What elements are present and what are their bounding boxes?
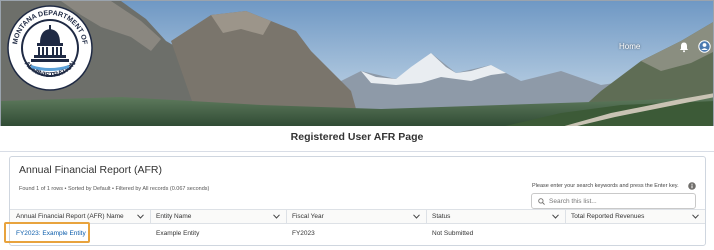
afr-record-link[interactable]: FY2023: Example Entity (16, 230, 86, 237)
column-header-afr-name[interactable]: Annual Financial Report (AFR) Name (10, 210, 150, 223)
nav-home-link[interactable]: Home (619, 42, 640, 51)
card-title: Annual Financial Report (AFR) (19, 164, 162, 176)
montana-doa-logo: MONTANA DEPARTMENT OF ADMINISTRATION (7, 5, 93, 91)
column-header-fiscal-year[interactable]: Fiscal Year (286, 210, 426, 223)
chevron-down-icon[interactable] (137, 214, 144, 219)
header-banner: MONTANA DEPARTMENT OF ADMINISTRATION Hom… (0, 0, 714, 126)
chevron-down-icon[interactable] (692, 214, 699, 219)
cell-status: Not Submitted (432, 230, 474, 237)
column-header-label: Fiscal Year (292, 213, 324, 220)
column-header-label: Annual Financial Report (AFR) Name (16, 213, 124, 220)
search-list-input[interactable] (549, 195, 689, 207)
column-header-label: Total Reported Revenues (571, 213, 645, 220)
user-avatar-icon[interactable] (698, 40, 711, 53)
afr-list-card: Annual Financial Report (AFR) Found 1 of… (9, 156, 706, 246)
cell-fiscal-year: FY2023 (292, 230, 315, 237)
cell-total-revenues (565, 225, 705, 243)
chevron-down-icon[interactable] (273, 214, 280, 219)
table-row: FY2023: Example Entity Example Entity FY… (10, 225, 705, 243)
title-divider (0, 151, 714, 152)
search-hint-text: Please enter your search keywords and pr… (532, 183, 679, 189)
page-title: Registered User AFR Page (290, 131, 424, 143)
column-header-total-revenues[interactable]: Total Reported Revenues (565, 210, 705, 223)
column-header-status[interactable]: Status (426, 210, 565, 223)
mountain-landscape-image (1, 1, 713, 126)
search-list-field[interactable] (531, 193, 696, 209)
search-icon (538, 198, 545, 205)
column-header-label: Status (432, 213, 451, 220)
table-header: Annual Financial Report (AFR) Name Entit… (10, 209, 705, 224)
chevron-down-icon[interactable] (413, 214, 420, 219)
column-header-entity-name[interactable]: Entity Name (150, 210, 286, 223)
list-view-meta: Found 1 of 1 rows • Sorted by Default • … (19, 186, 210, 192)
column-header-label: Entity Name (156, 213, 192, 220)
info-icon[interactable] (688, 182, 696, 190)
bell-icon[interactable] (678, 41, 690, 53)
cell-afr-name: FY2023: Example Entity (10, 225, 150, 243)
chevron-down-icon[interactable] (552, 214, 559, 219)
cell-entity-name: Example Entity (156, 230, 200, 237)
